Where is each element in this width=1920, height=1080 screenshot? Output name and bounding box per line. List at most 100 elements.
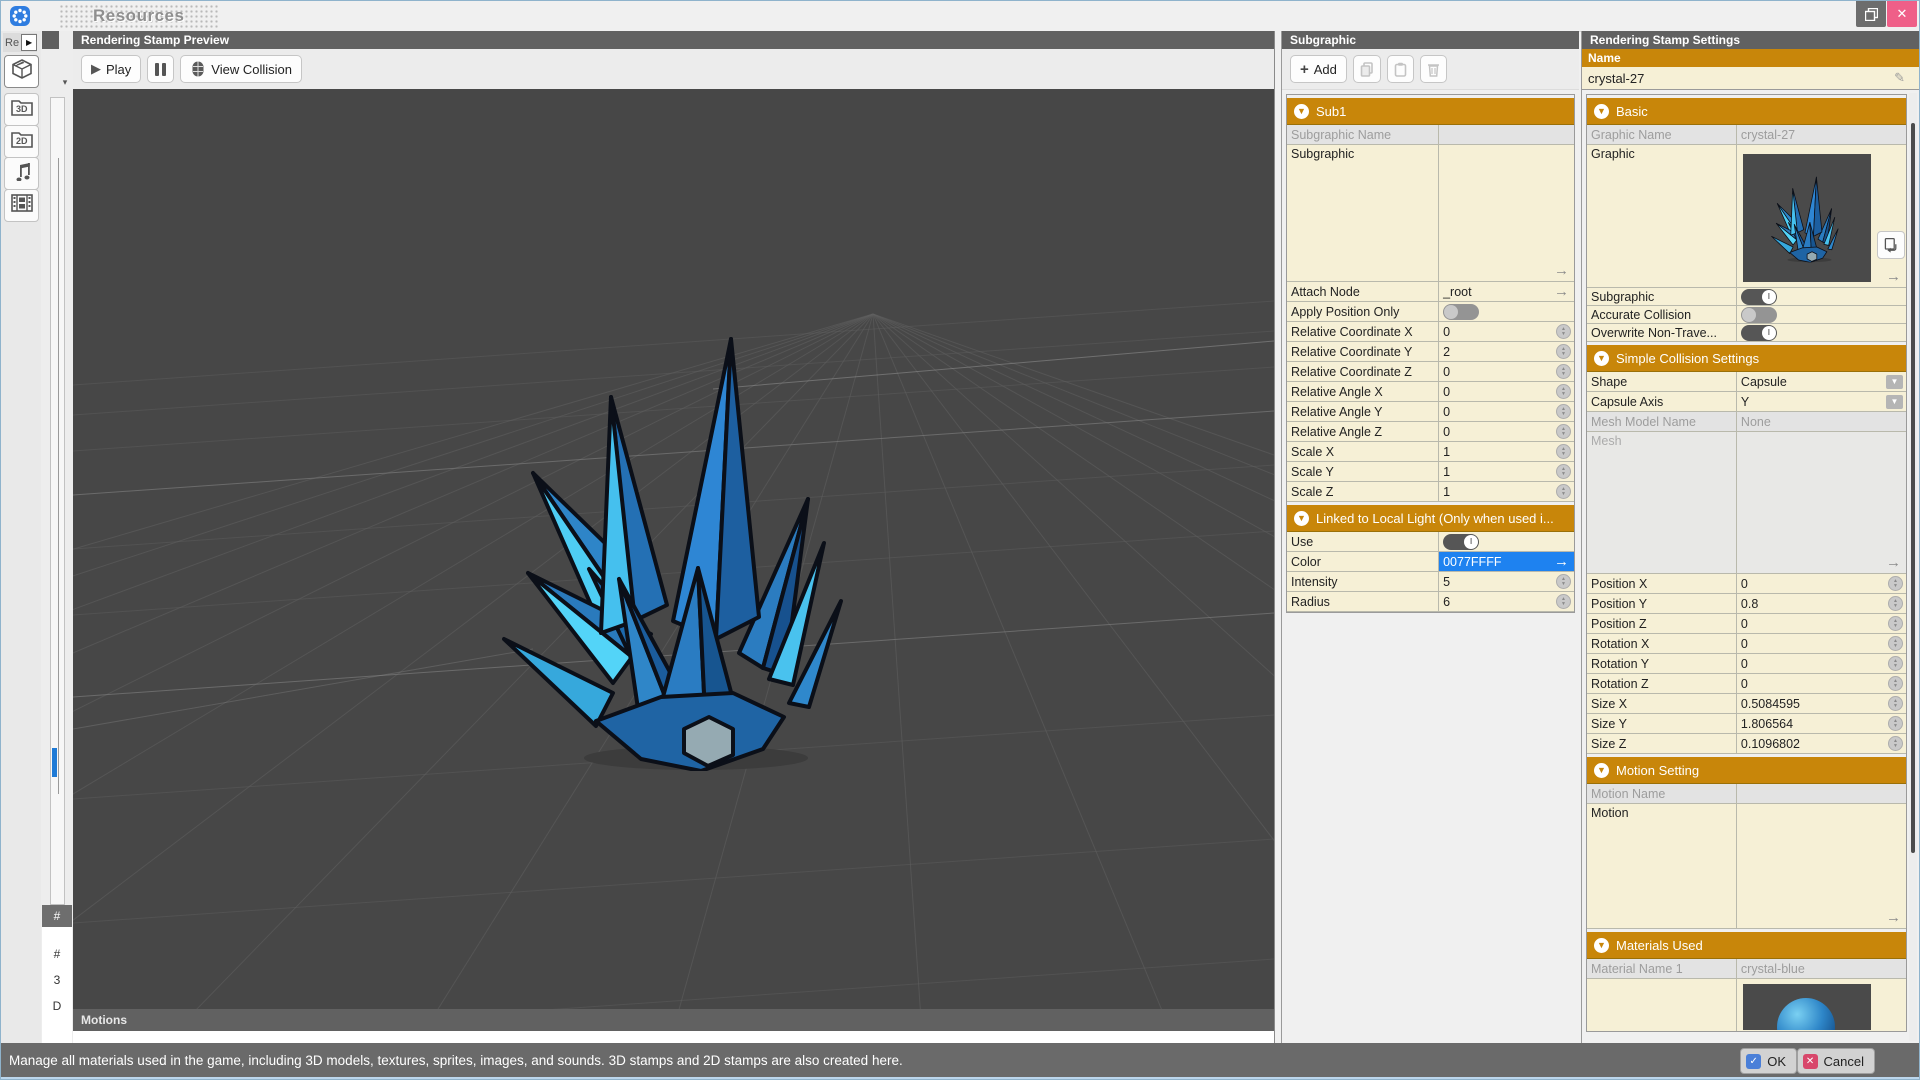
section-header-sub1[interactable]: ▼Sub1 [1287, 98, 1574, 125]
value-use[interactable] [1439, 532, 1574, 551]
stepper-icon[interactable]: ▲▼ [1556, 484, 1571, 499]
value-position-x[interactable]: 0▲▼ [1737, 574, 1906, 593]
open-picker-arrow-icon[interactable]: → [1886, 555, 1901, 570]
value-subgraphic[interactable] [1737, 288, 1906, 305]
section-header-linked-to-local-light-only-when-used-i[interactable]: ▼Linked to Local Light (Only when used i… [1287, 505, 1574, 532]
value-capsule-axis[interactable]: Y▼ [1737, 392, 1906, 411]
stepper-icon[interactable]: ▲▼ [1888, 676, 1903, 691]
crystal-model[interactable] [501, 321, 881, 771]
value-position-y[interactable]: 0.8▲▼ [1737, 594, 1906, 613]
value-relative-angle-z[interactable]: 0▲▼ [1439, 422, 1574, 441]
stepper-icon[interactable]: ▲▼ [1888, 716, 1903, 731]
value-shape[interactable]: Capsule▼ [1737, 372, 1906, 391]
open-picker-arrow-icon[interactable]: → [1554, 284, 1569, 299]
stepper-icon[interactable]: ▲▼ [1888, 616, 1903, 631]
value-relative-coordinate-x[interactable]: 0▲▼ [1439, 322, 1574, 341]
open-picker-arrow-icon[interactable]: → [1886, 910, 1901, 925]
collapsed-resources-header[interactable]: Re ▶ [3, 33, 37, 52]
sidebar-item-folder-3d[interactable]: 3D [4, 93, 39, 126]
value-motion-name[interactable] [1737, 784, 1906, 803]
view-collision-button[interactable]: View Collision [180, 55, 302, 83]
edit-pencil-icon[interactable]: ✎ [1894, 70, 1905, 86]
zoom-slider-track[interactable] [50, 97, 65, 905]
stepper-icon[interactable]: ▲▼ [1556, 444, 1571, 459]
3d-viewport[interactable] [73, 89, 1274, 1009]
value-accurate-collision[interactable] [1737, 306, 1906, 323]
value-attach-node[interactable]: _root→ [1439, 282, 1574, 301]
section-header-simple-collision-settings[interactable]: ▼Simple Collision Settings [1587, 345, 1906, 372]
toggle-subgraphic[interactable] [1741, 289, 1777, 305]
value-mesh-model-name[interactable]: None [1737, 412, 1906, 431]
toggle-apply-position-only[interactable] [1443, 304, 1479, 320]
graphic-thumbnail[interactable] [1743, 154, 1871, 282]
toggle-overwrite-non-trave[interactable] [1741, 325, 1777, 341]
expand-arrow-icon[interactable]: ▶ [21, 34, 37, 51]
cancel-button[interactable]: ✕ Cancel [1797, 1048, 1875, 1074]
dropdown-arrow-icon[interactable]: ▼ [1886, 395, 1903, 409]
value-relative-angle-y[interactable]: 0▲▼ [1439, 402, 1574, 421]
value-graphic-name[interactable]: crystal-27 [1737, 125, 1906, 144]
stepper-icon[interactable]: ▲▼ [1888, 736, 1903, 751]
value-overwrite-non-trave[interactable] [1737, 324, 1906, 341]
value-relative-angle-x[interactable]: 0▲▼ [1439, 382, 1574, 401]
stepper-icon[interactable]: ▲▼ [1888, 656, 1903, 671]
sidebar-item-film-strip[interactable] [4, 189, 39, 222]
value-radius[interactable]: 6▲▼ [1439, 592, 1574, 611]
stepper-icon[interactable]: ▲▼ [1556, 364, 1571, 379]
value-motion[interactable]: → [1737, 804, 1906, 928]
replace-graphic-button[interactable] [1877, 231, 1905, 259]
stepper-icon[interactable]: ▲▼ [1556, 594, 1571, 609]
collapse-strip-icon[interactable]: ▾ [58, 77, 72, 91]
value-graphic[interactable]: → [1737, 145, 1906, 287]
open-picker-arrow-icon[interactable]: → [1554, 263, 1569, 278]
sidebar-item-music-note[interactable] [4, 157, 39, 190]
value-intensity[interactable]: 5▲▼ [1439, 572, 1574, 591]
dropdown-arrow-icon[interactable]: ▼ [1886, 375, 1903, 389]
material-thumbnail[interactable] [1743, 984, 1871, 1030]
add-subgraphic-button[interactable]: + Add [1290, 55, 1347, 83]
stepper-icon[interactable]: ▲▼ [1888, 576, 1903, 591]
stepper-icon[interactable]: ▲▼ [1888, 636, 1903, 651]
stepper-icon[interactable]: ▲▼ [1556, 464, 1571, 479]
stepper-icon[interactable]: ▲▼ [1556, 404, 1571, 419]
toggle-use[interactable] [1443, 534, 1479, 550]
stepper-icon[interactable]: ▲▼ [1556, 324, 1571, 339]
ok-button[interactable]: ✓ OK [1740, 1048, 1797, 1074]
value-size-x[interactable]: 0.5084595▲▼ [1737, 694, 1906, 713]
copy-subgraphic-button[interactable] [1353, 55, 1381, 83]
value-position-z[interactable]: 0▲▼ [1737, 614, 1906, 633]
value-material[interactable] [1737, 979, 1906, 1031]
value-size-z[interactable]: 0.1096802▲▼ [1737, 734, 1906, 753]
value-subgraphic-name[interactable] [1439, 125, 1574, 144]
value-rotation-y[interactable]: 0▲▼ [1737, 654, 1906, 673]
value-rotation-x[interactable]: 0▲▼ [1737, 634, 1906, 653]
open-picker-arrow-icon[interactable]: → [1886, 269, 1901, 284]
stepper-icon[interactable]: ▲▼ [1888, 596, 1903, 611]
value-material-name-1[interactable]: crystal-blue [1737, 959, 1906, 978]
value-scale-z[interactable]: 1▲▼ [1439, 482, 1574, 501]
value-relative-coordinate-y[interactable]: 2▲▼ [1439, 342, 1574, 361]
pause-button[interactable] [147, 55, 174, 83]
value-apply-position-only[interactable] [1439, 302, 1574, 321]
value-subgraphic[interactable]: → [1439, 145, 1574, 281]
toggle-accurate-collision[interactable] [1741, 307, 1777, 323]
play-button[interactable]: ▶ Play [81, 55, 141, 83]
sidebar-item-folder-2d[interactable]: 2D [4, 125, 39, 158]
zoom-slider-handle[interactable] [52, 748, 57, 777]
close-window-button[interactable]: ✕ [1887, 1, 1917, 27]
value-size-y[interactable]: 1.806564▲▼ [1737, 714, 1906, 733]
restore-window-button[interactable] [1856, 1, 1886, 27]
value-color[interactable]: 0077FFFF→ [1439, 552, 1574, 571]
value-scale-y[interactable]: 1▲▼ [1439, 462, 1574, 481]
open-picker-arrow-icon[interactable]: → [1554, 554, 1569, 569]
sidebar-item-cube[interactable] [4, 55, 39, 88]
stepper-icon[interactable]: ▲▼ [1556, 344, 1571, 359]
stepper-icon[interactable]: ▲▼ [1556, 384, 1571, 399]
value-mesh[interactable]: → [1737, 432, 1906, 573]
stepper-icon[interactable]: ▲▼ [1556, 574, 1571, 589]
settings-scrollbar[interactable] [1909, 93, 1917, 1041]
delete-subgraphic-button[interactable] [1420, 55, 1447, 83]
stepper-icon[interactable]: ▲▼ [1556, 424, 1571, 439]
value-relative-coordinate-z[interactable]: 0▲▼ [1439, 362, 1574, 381]
section-header-materials-used[interactable]: ▼Materials Used [1587, 932, 1906, 959]
